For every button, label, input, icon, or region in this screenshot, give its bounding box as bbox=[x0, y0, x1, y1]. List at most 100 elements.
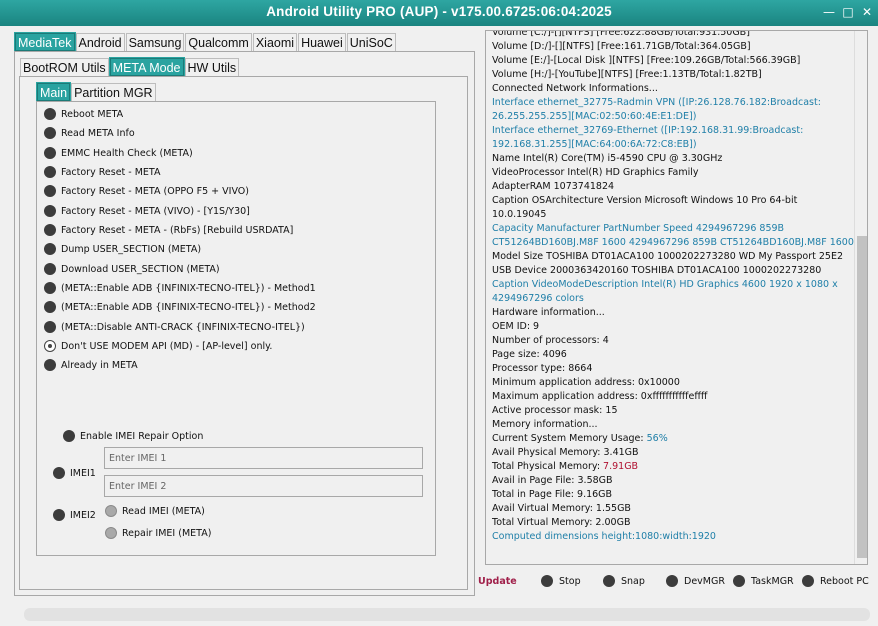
close-icon[interactable]: ✕ bbox=[860, 5, 874, 19]
tab-meta-mode[interactable]: META Mode bbox=[108, 57, 185, 77]
imei2-input[interactable]: Enter IMEI 2 bbox=[104, 475, 423, 497]
devmgr-button[interactable]: DevMGR bbox=[666, 574, 725, 588]
log-line: Interface ethernet_32769-Ethernet ([IP:1… bbox=[492, 124, 854, 152]
maximize-icon[interactable]: □ bbox=[841, 5, 855, 19]
checkbox-enable-imei-repair[interactable]: Enable IMEI Repair Option bbox=[63, 429, 203, 443]
log-line-value: 7.91GB bbox=[603, 461, 639, 472]
reboot-pc-button[interactable]: Reboot PC bbox=[802, 574, 869, 588]
option-label: EMMC Health Check (META) bbox=[61, 147, 193, 159]
log-line-text: Active processor mask: 15 bbox=[492, 405, 618, 416]
option-label: Read META Info bbox=[61, 127, 135, 139]
log-line: Total Virtual Memory: 2.00GB bbox=[492, 516, 854, 530]
log-scrollbar-thumb[interactable] bbox=[857, 236, 867, 558]
option-label: (META::Disable ANTI-CRACK {INFINIX-TECNO… bbox=[61, 321, 305, 333]
log-line: Current System Memory Usage: 56% bbox=[492, 432, 854, 446]
tab-mediatek[interactable]: MediaTek bbox=[14, 32, 76, 52]
button-dot bbox=[733, 575, 745, 587]
log-line: AdapterRAM 1073741824 bbox=[492, 180, 854, 194]
checkbox-dont-use-modem-api[interactable]: Don't USE MODEM API (MD) - [AP-level] on… bbox=[44, 339, 272, 353]
option-bullet bbox=[44, 263, 56, 275]
option-factory-reset-vivo[interactable]: Factory Reset - META (VIVO) - [Y1S/Y30] bbox=[44, 204, 250, 218]
log-line-text: OEM ID: 9 bbox=[492, 321, 540, 332]
option-factory-reset-oppo-vivo[interactable]: Factory Reset - META (OPPO F5 + VIVO) bbox=[44, 184, 249, 198]
log-line-text: Memory information... bbox=[492, 419, 598, 430]
tab-hw-utils[interactable]: HW Utils bbox=[184, 58, 240, 76]
option-bullet bbox=[53, 509, 65, 521]
tab-xiaomi[interactable]: Xiaomi bbox=[252, 33, 298, 51]
log-line: Page size: 4096 bbox=[492, 348, 854, 362]
option-label: (META::Enable ADB {INFINIX-TECNO-ITEL}) … bbox=[61, 301, 316, 313]
sub-tabs: Main Partition MGR bbox=[35, 82, 157, 102]
option-label: Download USER_SECTION (META) bbox=[61, 263, 220, 275]
log-line-text: Caption OSArchitecture Version Microsoft… bbox=[492, 195, 798, 220]
option-enable-adb-method2[interactable]: (META::Enable ADB {INFINIX-TECNO-ITEL}) … bbox=[44, 300, 316, 314]
option-label: Already in META bbox=[61, 359, 138, 371]
log-line-text: Hardware information... bbox=[492, 307, 605, 318]
option-read-meta-info[interactable]: Read META Info bbox=[44, 126, 135, 140]
option-bullet bbox=[44, 359, 56, 371]
tab-qualcomm[interactable]: Qualcomm bbox=[185, 33, 252, 51]
log-line: Maximum application address: 0xfffffffff… bbox=[492, 390, 854, 404]
log-line: Total in Page File: 9.16GB bbox=[492, 488, 854, 502]
tab-android[interactable]: Android bbox=[75, 33, 125, 51]
log-line: Volume [H:/]-[YouTube][NTFS] [Free:1.13T… bbox=[492, 68, 854, 82]
log-line-text: Current System Memory Usage: bbox=[492, 433, 647, 444]
log-line-text: Volume [H:/]-[YouTube][NTFS] [Free:1.13T… bbox=[492, 69, 762, 80]
tab-huawei[interactable]: Huawei bbox=[298, 33, 346, 51]
log-line: USB Device 2000363420160 TOSHIBA DT01ACA… bbox=[492, 264, 854, 278]
tab-partition-mgr[interactable]: Partition MGR bbox=[71, 83, 156, 101]
imei1-input[interactable]: Enter IMEI 1 bbox=[104, 447, 423, 469]
tab-samsung[interactable]: Samsung bbox=[125, 33, 185, 51]
log-line-text: Computed dimensions height:1080:width:19… bbox=[492, 531, 716, 542]
button-label: TaskMGR bbox=[751, 575, 794, 587]
tab-main[interactable]: Main bbox=[35, 82, 72, 102]
log-line-text: Name Intel(R) Core(TM) i5-4590 CPU @ 3.3… bbox=[492, 153, 723, 164]
tab-unisoc[interactable]: UniSoC bbox=[346, 33, 396, 51]
update-link[interactable]: Update bbox=[478, 576, 517, 587]
log-line: Capacity Manufacturer PartNumber Speed 4… bbox=[492, 222, 854, 250]
read-imei-button[interactable]: Read IMEI (META) bbox=[105, 504, 205, 518]
option-factory-reset-rbfs[interactable]: Factory Reset - META - (RbFs) [Rebuild U… bbox=[44, 223, 293, 237]
stop-button[interactable]: Stop bbox=[541, 574, 581, 588]
log-line: Volume [E:/]-[Local Disk ][NTFS] [Free:1… bbox=[492, 54, 854, 68]
minimize-icon[interactable]: — bbox=[822, 5, 836, 19]
option-disable-anti-crack[interactable]: (META::Disable ANTI-CRACK {INFINIX-TECNO… bbox=[44, 320, 305, 334]
option-factory-reset-meta[interactable]: Factory Reset - META bbox=[44, 165, 161, 179]
tab-bootrom-utils[interactable]: BootROM Utils bbox=[20, 58, 109, 76]
option-bullet bbox=[44, 321, 56, 333]
progress-bar bbox=[24, 608, 870, 621]
log-line: Volume [C:/]-[][NTFS] [Free:622.88GB/Tot… bbox=[492, 31, 854, 40]
option-enable-adb-method1[interactable]: (META::Enable ADB {INFINIX-TECNO-ITEL}) … bbox=[44, 281, 316, 295]
button-label: Snap bbox=[621, 575, 645, 587]
option-bullet bbox=[63, 430, 75, 442]
checkbox-already-in-meta[interactable]: Already in META bbox=[44, 358, 138, 372]
log-scrollbar[interactable] bbox=[854, 31, 867, 564]
option-emmc-health-check[interactable]: EMMC Health Check (META) bbox=[44, 146, 193, 160]
snap-button[interactable]: Snap bbox=[603, 574, 645, 588]
log-line: Memory information... bbox=[492, 418, 854, 432]
brand-tabs: MediaTek Android Samsung Qualcomm Xiaomi… bbox=[14, 32, 397, 52]
option-dump-user-section[interactable]: Dump USER_SECTION (META) bbox=[44, 242, 201, 256]
log-line: OEM ID: 9 bbox=[492, 320, 854, 334]
option-bullet bbox=[44, 205, 56, 217]
option-label: Factory Reset - META - (RbFs) [Rebuild U… bbox=[61, 224, 294, 236]
option-label: Factory Reset - META (OPPO F5 + VIVO) bbox=[61, 185, 249, 197]
log-panel[interactable]: Volume [C:/]-[][NTFS] [Free:622.88GB/Tot… bbox=[485, 30, 868, 565]
option-reboot-meta[interactable]: Reboot META bbox=[44, 107, 123, 121]
option-label: Dump USER_SECTION (META) bbox=[61, 243, 202, 255]
log-line: Name Intel(R) Core(TM) i5-4590 CPU @ 3.3… bbox=[492, 152, 854, 166]
log-line: Avail Virtual Memory: 1.55GB bbox=[492, 502, 854, 516]
log-line-text: Processor type: 8664 bbox=[492, 363, 593, 374]
button-label: Reboot PC bbox=[820, 575, 869, 587]
option-download-user-section[interactable]: Download USER_SECTION (META) bbox=[44, 262, 220, 276]
window-title: Android Utility PRO (AUP) - v175.00.6725… bbox=[266, 4, 612, 19]
button-dot bbox=[802, 575, 814, 587]
log-line-text: Total in Page File: 9.16GB bbox=[492, 489, 613, 500]
radio-imei1[interactable]: IMEI1 bbox=[53, 466, 96, 480]
repair-imei-button[interactable]: Repair IMEI (META) bbox=[105, 526, 211, 540]
option-bullet bbox=[105, 505, 117, 517]
radio-imei2[interactable]: IMEI2 bbox=[53, 508, 96, 522]
option-label: Read IMEI (META) bbox=[122, 505, 205, 517]
taskmgr-button[interactable]: TaskMGR bbox=[733, 574, 794, 588]
log-line: Number of processors: 4 bbox=[492, 334, 854, 348]
